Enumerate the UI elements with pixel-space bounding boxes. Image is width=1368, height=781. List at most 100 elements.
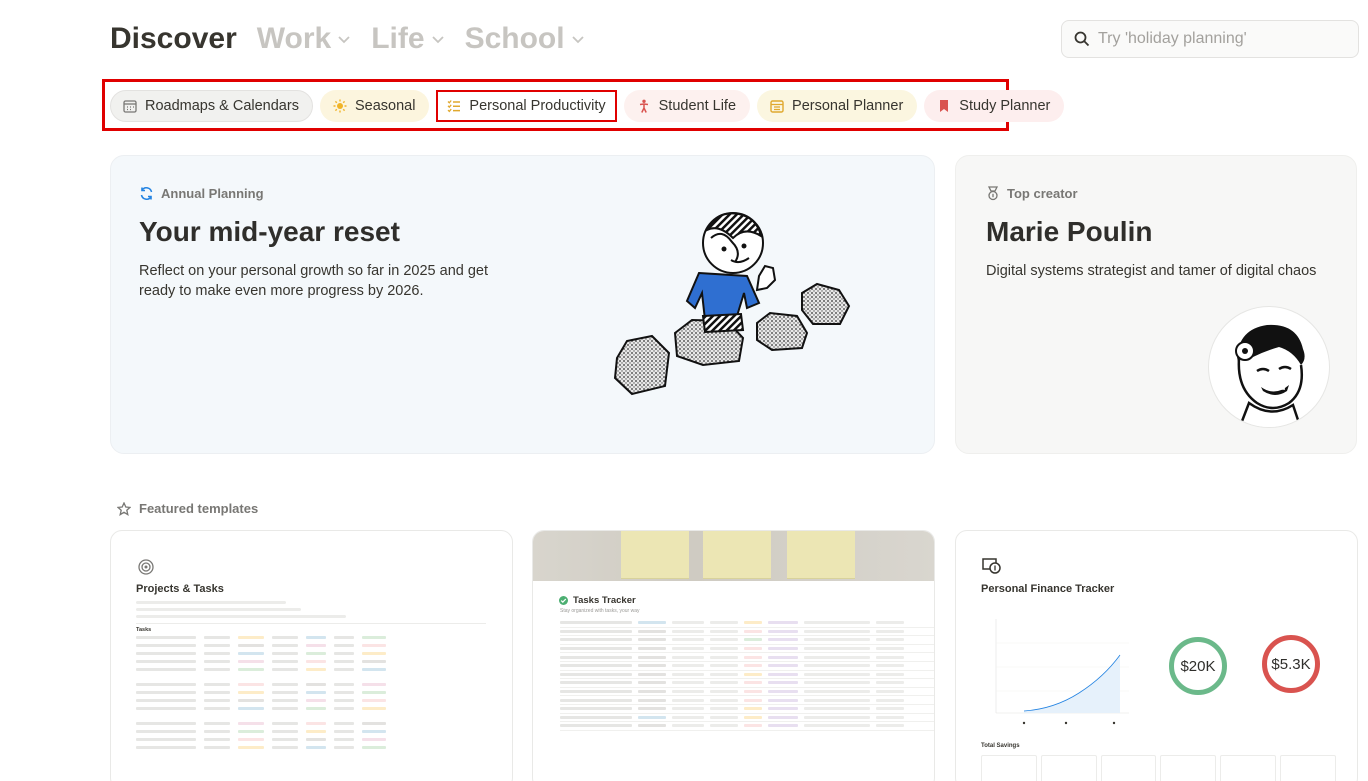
cell-placeholder (638, 647, 666, 651)
cell-placeholder (136, 730, 196, 733)
cell-placeholder (744, 724, 762, 728)
cell-placeholder (362, 652, 386, 655)
cell-placeholder (804, 715, 870, 719)
cell-placeholder (710, 724, 738, 728)
cell-placeholder (804, 690, 870, 694)
tab-life-label: Life (371, 22, 425, 55)
cell-placeholder (768, 655, 798, 659)
cell-placeholder (334, 668, 354, 671)
cell-placeholder (362, 668, 386, 671)
cell-placeholder (334, 691, 354, 694)
cell-placeholder (560, 621, 632, 625)
cell-placeholder (204, 660, 230, 663)
chevron-down-icon (338, 36, 350, 44)
cell-placeholder (804, 707, 870, 711)
chip-roadmaps-calendars[interactable]: Roadmaps & Calendars (110, 90, 313, 122)
summary-box (1280, 755, 1336, 781)
cell-placeholder (744, 681, 762, 685)
cell-placeholder (204, 668, 230, 671)
cell-placeholder (672, 698, 704, 702)
cell-placeholder (744, 672, 762, 676)
hero-card[interactable]: Annual Planning Your mid-year reset Refl… (110, 155, 935, 454)
creator-eyebrow: Top creator (986, 186, 1078, 201)
cell-placeholder (334, 746, 354, 749)
cell-placeholder (638, 724, 666, 728)
cell-placeholder (272, 746, 298, 749)
cell-placeholder (238, 652, 264, 655)
cell-placeholder (238, 668, 264, 671)
cell-placeholder (306, 644, 326, 647)
cell-placeholder (710, 681, 738, 685)
cell-placeholder (306, 707, 326, 710)
search-box[interactable] (1061, 20, 1359, 58)
creator-eyebrow-label: Top creator (1007, 186, 1078, 201)
cell-placeholder (136, 683, 196, 686)
table-row (560, 628, 934, 637)
table-row (136, 642, 506, 649)
card-preview: Tasks (136, 599, 506, 751)
cover-image (533, 531, 934, 581)
cell-placeholder (334, 636, 354, 639)
tab-work[interactable]: Work (257, 22, 351, 56)
cell-placeholder (560, 629, 632, 633)
chip-seasonal[interactable]: Seasonal (319, 90, 430, 122)
cell-placeholder (638, 681, 666, 685)
cell-placeholder (362, 722, 386, 725)
cell-placeholder (744, 638, 762, 642)
cell-placeholder (334, 730, 354, 733)
top-creator-card[interactable]: Top creator Marie Poulin Digital systems… (955, 155, 1357, 454)
tab-school[interactable]: School (465, 22, 585, 56)
cell-placeholder (638, 621, 666, 625)
cell-placeholder (306, 730, 326, 733)
card-subtitle: Stay organized with tasks, your way (560, 608, 640, 614)
table-row (560, 688, 934, 697)
table-row (560, 679, 934, 688)
preview-table (560, 619, 934, 731)
cell-placeholder (876, 681, 904, 685)
table-row (136, 728, 506, 735)
search-input[interactable] (1098, 30, 1338, 48)
card-heading: Tasks Tracker (559, 595, 636, 606)
person-icon (639, 99, 648, 113)
cell-placeholder (768, 621, 798, 625)
chip-personal-planner[interactable]: Personal Planner (757, 90, 918, 122)
table-row (136, 744, 506, 751)
search-icon (1074, 31, 1090, 47)
template-card-projects-tasks[interactable]: Projects & Tasks Tasks (110, 530, 513, 781)
cell-placeholder (272, 636, 298, 639)
tab-discover[interactable]: Discover (110, 22, 237, 56)
cell-placeholder (876, 672, 904, 676)
template-card-personal-finance[interactable]: Personal Finance Tracker $20K $5.3K Tota… (955, 530, 1358, 781)
divider (136, 623, 486, 624)
legend-dot (1064, 721, 1068, 725)
cell-placeholder (744, 664, 762, 668)
cell-placeholder (744, 621, 762, 625)
summary-box (1160, 755, 1217, 781)
table-row (136, 736, 506, 743)
cell-placeholder (136, 707, 196, 710)
cell-placeholder (204, 738, 230, 741)
preview-line (136, 601, 286, 604)
cell-placeholder (136, 699, 196, 702)
cell-placeholder (560, 647, 632, 651)
chip-label: Student Life (658, 98, 737, 114)
cell-placeholder (136, 660, 196, 663)
chip-student-life[interactable]: Student Life (623, 90, 751, 122)
sticky-note (621, 531, 689, 579)
cell-placeholder (710, 664, 738, 668)
cell-placeholder (710, 647, 738, 651)
chip-personal-productivity[interactable]: Personal Productivity (436, 90, 617, 122)
cell-placeholder (876, 690, 904, 694)
cell-placeholder (804, 672, 870, 676)
tab-life[interactable]: Life (371, 22, 444, 56)
avatar[interactable] (1208, 306, 1330, 428)
chevron-down-icon (571, 36, 584, 44)
cell-placeholder (136, 668, 196, 671)
chip-study-planner[interactable]: Study Planner (924, 90, 1065, 122)
cell-placeholder (334, 652, 354, 655)
cell-placeholder (672, 647, 704, 651)
table-row (560, 636, 934, 645)
template-card-tasks-tracker[interactable]: Tasks Tracker Stay organized with tasks,… (532, 530, 935, 781)
cell-placeholder (238, 683, 264, 686)
money-icon (982, 558, 1001, 574)
